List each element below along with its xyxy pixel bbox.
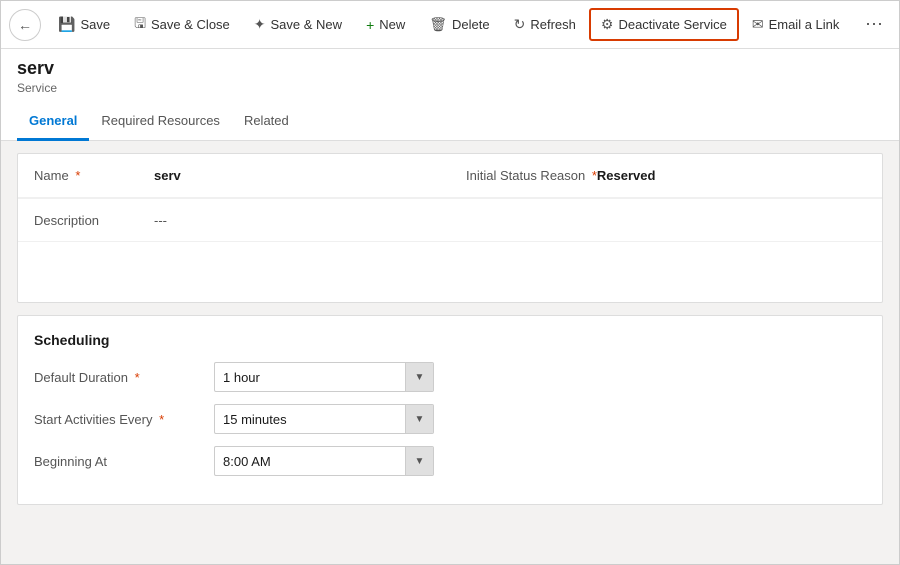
name-label: Name * [34, 168, 154, 183]
initial-status-label: Initial Status Reason * [466, 168, 597, 183]
description-right-cell [450, 198, 882, 242]
delete-button[interactable]: 🗑 Delete [418, 9, 500, 40]
save-new-label: Save & New [271, 17, 343, 32]
scheduling-title: Scheduling [34, 332, 866, 348]
start-activities-value: 15 minutes [223, 412, 405, 427]
default-duration-label: Default Duration * [34, 370, 214, 385]
default-duration-required: * [135, 370, 140, 385]
record-header: serv Service [1, 49, 899, 95]
back-icon: ← [18, 17, 32, 33]
new-label: New [379, 17, 405, 32]
tab-related[interactable]: Related [232, 103, 301, 141]
initial-status-value: Reserved [597, 168, 656, 183]
beginning-at-arrow[interactable]: ▼ [405, 447, 433, 475]
deactivate-label: Deactivate Service [618, 17, 726, 32]
save-icon: 💾 [58, 16, 75, 33]
tab-required-resources[interactable]: Required Resources [89, 103, 232, 141]
description-label: Description [34, 213, 154, 228]
beginning-at-select[interactable]: 8:00 AM ▼ [214, 446, 434, 476]
form-grid: Name * serv Initial Status Reason * Rese… [18, 154, 882, 302]
tab-general[interactable]: General [17, 103, 89, 141]
email-link-label: Email a Link [769, 17, 840, 32]
start-activities-arrow[interactable]: ▼ [405, 405, 433, 433]
save-close-button[interactable]: 🖫 Save & Close [123, 6, 241, 44]
toolbar: ← 💾 Save 🖫 Save & Close ✦ Save & New + N… [1, 1, 899, 49]
deactivate-service-button[interactable]: ⚙ Deactivate Service [589, 8, 739, 41]
back-button[interactable]: ← [9, 9, 41, 41]
name-value: serv [154, 168, 181, 183]
new-icon: + [366, 17, 374, 33]
beginning-at-row: Beginning At 8:00 AM ▼ [34, 446, 866, 476]
default-duration-select[interactable]: 1 hour ▼ [214, 362, 434, 392]
refresh-icon: ↻ [514, 16, 526, 33]
new-button[interactable]: + New [355, 10, 416, 40]
save-label: Save [80, 17, 110, 32]
initial-status-cell: Initial Status Reason * Reserved [450, 154, 882, 198]
save-close-label: Save & Close [151, 17, 230, 32]
tabs: General Required Resources Related [1, 103, 899, 141]
name-cell: Name * serv [18, 154, 450, 198]
scheduling-section: Scheduling Default Duration * 1 hour ▼ S… [17, 315, 883, 505]
form-spacer [18, 242, 882, 302]
record-title: serv [17, 57, 883, 80]
refresh-button[interactable]: ↻ Refresh [503, 9, 587, 40]
delete-icon: 🗑 [429, 16, 447, 33]
beginning-at-value: 8:00 AM [223, 454, 405, 469]
email-link-button[interactable]: ✉ Email a Link [741, 9, 851, 40]
save-new-button[interactable]: ✦ Save & New [243, 9, 353, 40]
email-icon: ✉ [752, 16, 764, 33]
main-content: Name * serv Initial Status Reason * Rese… [1, 141, 899, 564]
save-button[interactable]: 💾 Save [47, 9, 121, 40]
form-section: Name * serv Initial Status Reason * Rese… [17, 153, 883, 303]
refresh-label: Refresh [530, 17, 576, 32]
beginning-at-label: Beginning At [34, 454, 214, 469]
name-required: * [75, 168, 80, 183]
description-value: --- [154, 213, 167, 228]
delete-label: Delete [452, 17, 490, 32]
save-new-icon: ✦ [254, 16, 266, 33]
default-duration-value: 1 hour [223, 370, 405, 385]
record-subtitle: Service [17, 81, 883, 95]
save-close-icon: 🖫 [134, 13, 146, 37]
default-duration-arrow[interactable]: ▼ [405, 363, 433, 391]
start-activities-select[interactable]: 15 minutes ▼ [214, 404, 434, 434]
start-activities-required: * [159, 412, 164, 427]
description-cell: Description --- [18, 198, 450, 242]
default-duration-row: Default Duration * 1 hour ▼ [34, 362, 866, 392]
start-activities-row: Start Activities Every * 15 minutes ▼ [34, 404, 866, 434]
start-activities-label: Start Activities Every * [34, 412, 214, 427]
more-options-button[interactable]: ⋯ [857, 10, 891, 39]
deactivate-icon: ⚙ [601, 16, 614, 33]
